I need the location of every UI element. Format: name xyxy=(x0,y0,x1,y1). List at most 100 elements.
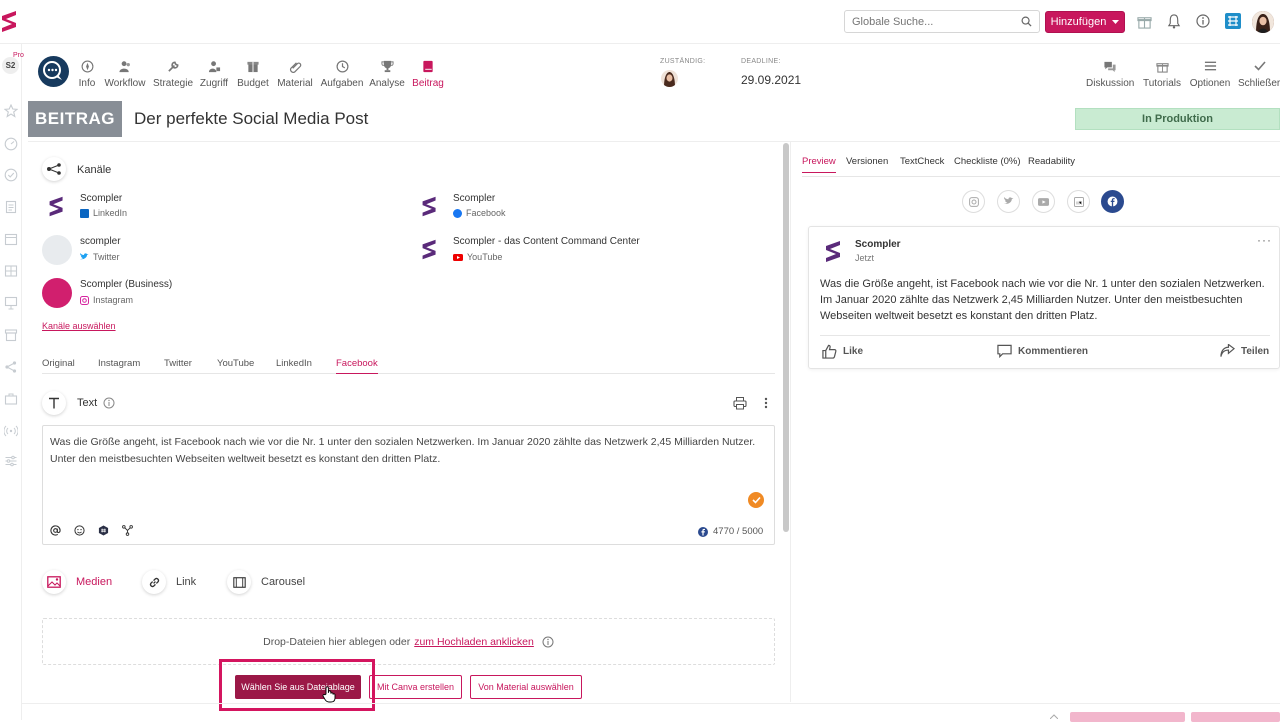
post-text: Was die Größe angeht, ist Facebook nach … xyxy=(820,278,1265,322)
tab-checkliste[interactable]: Checkliste (0%) xyxy=(954,156,1021,167)
like-button[interactable]: Like xyxy=(822,344,863,359)
nav-analyse[interactable]: Analyse xyxy=(369,60,405,89)
add-button-label: Hinzufügen xyxy=(1050,16,1107,28)
project-chat-icon[interactable] xyxy=(38,56,69,87)
ai-assistant-icon[interactable] xyxy=(122,525,133,536)
upload-link[interactable]: zum Hochladen anklicken xyxy=(414,636,534,648)
menu-icon xyxy=(1189,60,1231,74)
table-icon[interactable] xyxy=(4,264,18,278)
account-avatar xyxy=(821,238,849,266)
options-button[interactable]: Optionen xyxy=(1189,60,1231,89)
create-with-canva-button[interactable]: Mit Canva erstellen xyxy=(369,675,462,699)
preview-instagram-icon[interactable] xyxy=(962,190,985,213)
image-icon xyxy=(42,570,66,594)
print-icon[interactable] xyxy=(733,396,747,410)
channel-network: Facebook xyxy=(453,208,506,218)
scrollbar[interactable] xyxy=(783,143,789,532)
page-title[interactable]: Der perfekte Social Media Post xyxy=(134,109,368,129)
more-options-icon[interactable]: ··· xyxy=(1257,233,1272,247)
more-vertical-icon[interactable] xyxy=(764,397,768,409)
text-info-icon[interactable] xyxy=(103,397,115,409)
tab-instagram[interactable]: Instagram xyxy=(98,358,140,369)
responsible-avatar[interactable] xyxy=(661,70,678,87)
tutorial-gift-icon xyxy=(1142,60,1182,74)
calendar-icon[interactable] xyxy=(4,232,18,246)
nav-strategie[interactable]: Strategie xyxy=(153,60,193,89)
preview-twitter-icon[interactable] xyxy=(997,190,1020,213)
preview-facebook-icon[interactable] xyxy=(1101,190,1124,213)
tab-link[interactable]: Link xyxy=(142,570,196,594)
gift-icon[interactable] xyxy=(1137,14,1152,29)
dashboard-icon[interactable] xyxy=(4,137,18,151)
tab-facebook[interactable]: Facebook xyxy=(336,358,378,374)
chat-bubbles-icon xyxy=(1086,60,1134,74)
archive-icon[interactable] xyxy=(4,328,18,342)
briefcase-icon[interactable] xyxy=(4,392,18,406)
text-editor[interactable]: Was die Größe angeht, ist Facebook nach … xyxy=(42,425,775,545)
clock-icon xyxy=(320,60,364,74)
nav-info[interactable]: Info xyxy=(77,60,97,89)
upload-info-icon[interactable] xyxy=(542,636,554,648)
tab-versionen[interactable]: Versionen xyxy=(846,156,888,167)
search-input[interactable] xyxy=(845,11,1015,32)
preview-linkedin-icon[interactable] xyxy=(1067,190,1090,213)
hashtag-icon[interactable] xyxy=(98,525,109,536)
nav-material[interactable]: Material xyxy=(275,60,315,89)
nav-zugriff[interactable]: Zugriff xyxy=(199,60,229,89)
nav-workflow[interactable]: Workflow xyxy=(103,60,147,89)
card-divider xyxy=(820,335,1270,336)
tab-preview[interactable]: Preview xyxy=(802,156,836,173)
facebook-icon xyxy=(453,208,462,218)
document-icon[interactable] xyxy=(4,200,18,214)
discussion-button[interactable]: Diskussion xyxy=(1086,60,1134,89)
tab-original[interactable]: Original xyxy=(42,358,75,369)
status-badge[interactable]: In Produktion xyxy=(1075,108,1280,130)
tutorials-button[interactable]: Tutorials xyxy=(1142,60,1182,89)
bottom-action-button[interactable] xyxy=(1070,712,1185,722)
info-icon[interactable] xyxy=(1196,14,1210,28)
tab-twitter[interactable]: Twitter xyxy=(164,358,192,369)
app-grid-icon[interactable] xyxy=(1225,13,1241,29)
editor-content[interactable]: Was die Größe angeht, ist Facebook nach … xyxy=(50,434,765,468)
close-button[interactable]: Schließer xyxy=(1238,60,1280,89)
add-button[interactable]: Hinzufügen xyxy=(1045,11,1125,33)
sliders-icon[interactable] xyxy=(4,454,18,468)
nav-aufgaben[interactable]: Aufgaben xyxy=(320,60,364,89)
file-dropzone[interactable]: Drop-Dateien hier ablegen oder zum Hochl… xyxy=(42,618,775,665)
tab-carousel[interactable]: Carousel xyxy=(227,570,305,594)
share-button[interactable]: Teilen xyxy=(1220,344,1269,358)
tab-youtube[interactable]: YouTube xyxy=(217,358,254,369)
workspace-badge[interactable]: S2 xyxy=(2,57,19,74)
post-time: Jetzt xyxy=(855,253,875,263)
nav-budget[interactable]: Budget xyxy=(236,60,270,89)
channels-label: Kanäle xyxy=(77,164,112,176)
select-channels-link[interactable]: Kanäle auswählen xyxy=(42,321,116,331)
tab-media[interactable]: Medien xyxy=(42,570,112,594)
presentation-icon[interactable] xyxy=(4,296,18,310)
check-circle-icon[interactable] xyxy=(4,168,18,182)
broadcast-icon[interactable] xyxy=(4,424,18,438)
divider xyxy=(28,141,1280,142)
choose-from-material-button[interactable]: Von Material auswählen xyxy=(470,675,582,699)
tab-divider xyxy=(802,176,1280,177)
tab-textcheck[interactable]: TextCheck xyxy=(900,156,944,167)
bell-icon[interactable] xyxy=(1167,14,1181,29)
preview-youtube-icon[interactable] xyxy=(1032,190,1055,213)
star-icon[interactable] xyxy=(4,104,18,118)
tab-linkedin[interactable]: LinkedIn xyxy=(276,358,312,369)
chevron-up-icon[interactable] xyxy=(1050,714,1058,719)
nav-beitrag[interactable]: Beitrag xyxy=(411,60,445,89)
scompler-logo-icon[interactable] xyxy=(0,8,20,36)
tab-readability[interactable]: Readability xyxy=(1028,156,1075,167)
link-icon xyxy=(142,570,166,594)
comment-button[interactable]: Kommentieren xyxy=(997,344,1088,358)
mention-icon[interactable] xyxy=(50,525,61,536)
bottom-action-button[interactable] xyxy=(1191,712,1280,722)
emoji-icon[interactable] xyxy=(74,525,85,536)
network-icon[interactable] xyxy=(4,360,18,374)
search-icon[interactable] xyxy=(1021,16,1032,27)
drop-text: Drop-Dateien hier ablegen oder xyxy=(263,635,411,648)
user-avatar[interactable] xyxy=(1252,11,1274,33)
global-search[interactable] xyxy=(844,10,1040,33)
pro-label: Pro xyxy=(13,52,24,59)
